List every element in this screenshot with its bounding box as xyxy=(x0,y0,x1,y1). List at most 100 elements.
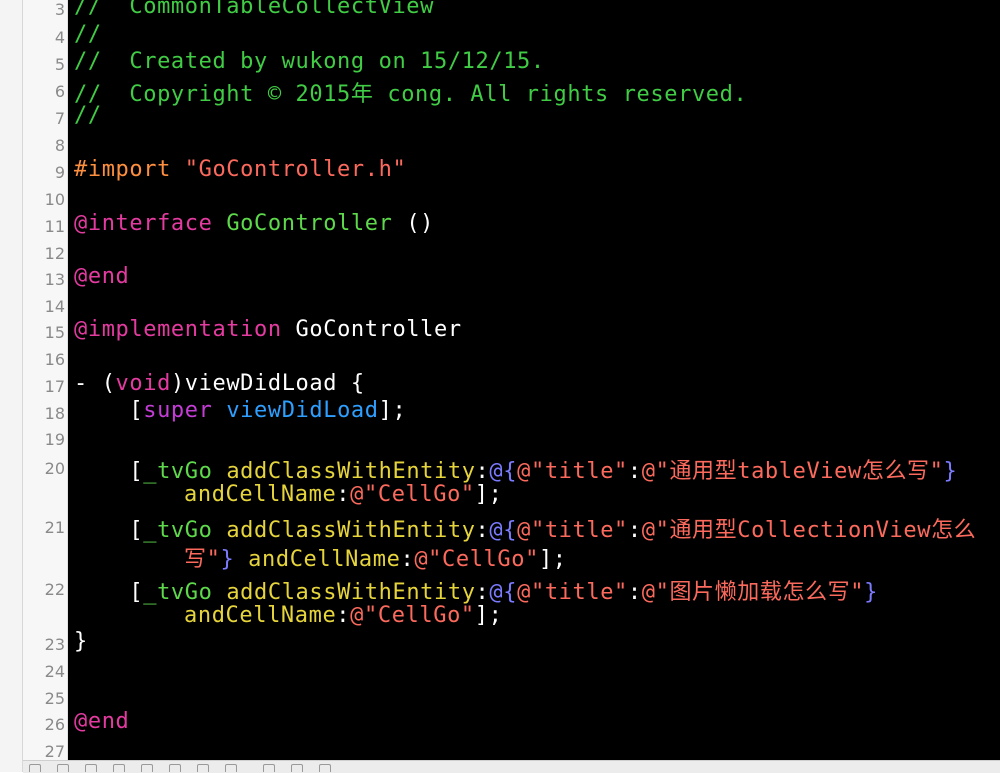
code-editor[interactable]: 3 // CommonTableCollectView 4 // 5 // Created… xyxy=(23,0,1000,760)
view-hierarchy-icon[interactable] xyxy=(263,764,275,772)
line-number[interactable]: 6 xyxy=(23,82,65,101)
pause-icon[interactable] xyxy=(141,764,153,772)
code-token-self-super: super xyxy=(143,398,213,423)
location-icon[interactable] xyxy=(319,764,331,772)
line-number[interactable]: 21 xyxy=(23,518,65,537)
code-token-method: andCellName xyxy=(184,482,337,507)
code-token-plain: ]; xyxy=(474,603,503,628)
code-line-text: // xyxy=(74,22,102,47)
line-number[interactable]: 15 xyxy=(23,323,65,342)
code-line-text: @interface GoController () xyxy=(74,211,434,236)
code-token-literal-brace: @ xyxy=(489,459,504,484)
code-token-string: @"通用型tableView怎么写" xyxy=(641,459,944,484)
code-token-keyword: @end xyxy=(74,709,130,734)
play-icon[interactable] xyxy=(113,764,125,772)
line-number[interactable]: 22 xyxy=(23,580,65,599)
code-token-plain: : xyxy=(400,547,415,572)
line-number[interactable]: 10 xyxy=(23,190,65,209)
code-token-plain: : xyxy=(627,459,642,484)
step-over-icon[interactable] xyxy=(169,764,181,772)
step-out-icon[interactable] xyxy=(225,764,237,772)
line-number[interactable]: 7 xyxy=(23,109,65,128)
line-number[interactable]: 12 xyxy=(23,244,65,263)
line-number[interactable]: 23 xyxy=(23,635,65,654)
code-token-method: andCellName xyxy=(184,603,337,628)
code-token-method: andCellName xyxy=(248,547,401,572)
code-token-plain: )viewDidLoad { xyxy=(170,371,365,396)
line-number[interactable]: 17 xyxy=(23,377,65,396)
line-number[interactable]: 24 xyxy=(23,662,65,681)
code-token-literal-brace: { xyxy=(503,580,518,605)
code-token-plain: : xyxy=(627,518,642,543)
code-token-method: addClassWithEntity xyxy=(226,580,476,605)
breakpoint-icon[interactable] xyxy=(85,764,97,772)
code-token-comment: // Created by wukong on 15/12/15. xyxy=(74,49,545,74)
code-token-string: @"title" xyxy=(517,459,628,484)
line-number[interactable]: 16 xyxy=(23,350,65,369)
code-token-string: @"CellGo" xyxy=(350,482,475,507)
code-line-text: @end xyxy=(74,264,129,289)
line-number[interactable]: 27 xyxy=(23,742,65,760)
code-line-text: // xyxy=(74,103,102,128)
line-number[interactable]: 19 xyxy=(23,430,65,449)
code-token-plain: ]; xyxy=(378,398,407,423)
code-token-literal-brace: { xyxy=(503,459,518,484)
line-number[interactable]: 13 xyxy=(23,270,65,289)
code-token-literal-brace: @ xyxy=(489,518,504,543)
code-line-text: // CommonTableCollectView xyxy=(74,0,434,19)
line-number[interactable]: 5 xyxy=(23,55,65,74)
left-window-edge xyxy=(0,0,23,772)
code-token-literal-brace: { xyxy=(503,518,518,543)
step-into-icon[interactable] xyxy=(197,764,209,772)
code-token-literal-brace: } xyxy=(220,547,235,572)
code-token-string: @"title" xyxy=(517,580,628,605)
code-token-string: @"title" xyxy=(517,518,628,543)
code-token-keyword: void xyxy=(115,371,171,396)
code-token-plain: : xyxy=(336,603,351,628)
code-token-plain: [ xyxy=(74,518,144,543)
code-token-method: addClassWithEntity xyxy=(226,518,476,543)
code-line-text: [_tvGo addClassWithEntity:@{@"title":@"通… xyxy=(74,512,976,544)
code-area[interactable]: 3 // CommonTableCollectView 4 // 5 // Created… xyxy=(23,0,1000,760)
code-token-plain: [ xyxy=(74,459,144,484)
code-token-plain: : xyxy=(475,459,490,484)
line-number[interactable]: 14 xyxy=(23,297,65,316)
line-number[interactable]: 4 xyxy=(23,28,65,47)
code-line-text: #import "GoController.h" xyxy=(74,157,406,182)
line-number[interactable]: 26 xyxy=(23,715,65,734)
code-token-keyword: @interface xyxy=(74,211,213,236)
code-token-plain: [ xyxy=(74,580,144,605)
code-token-plain: - ( xyxy=(74,371,116,396)
code-line-wrap: 写"} andCellName:@"CellGo"]; xyxy=(184,541,567,573)
code-line-text: [_tvGo addClassWithEntity:@{@"title":@"通… xyxy=(74,453,957,485)
memory-graph-icon[interactable] xyxy=(291,764,303,772)
code-token-comment: // Copyright © 2015年 cong. All rights re… xyxy=(74,82,748,107)
code-line-wrap: andCellName:@"CellGo"]; xyxy=(184,603,502,628)
line-number[interactable]: 18 xyxy=(23,404,65,423)
editor-bottom-toolbar xyxy=(23,760,1000,773)
code-line-text: } xyxy=(74,629,88,654)
layout-icon[interactable] xyxy=(29,764,41,772)
line-number[interactable]: 25 xyxy=(23,689,65,708)
code-line-text: @implementation GoController xyxy=(74,317,462,342)
code-token-plain: () xyxy=(392,211,435,236)
code-line-text: // Created by wukong on 15/12/15. xyxy=(74,49,545,74)
line-number[interactable]: 9 xyxy=(23,163,65,182)
line-number[interactable]: 3 xyxy=(23,0,65,19)
code-line-wrap: andCellName:@"CellGo"]; xyxy=(184,482,502,507)
code-token-plain: ]; xyxy=(538,547,567,572)
code-line-text: @end xyxy=(74,709,129,734)
code-token-comment: // xyxy=(74,103,102,128)
code-token-comment: // xyxy=(74,22,102,47)
line-number[interactable]: 8 xyxy=(23,136,65,155)
code-token-plain: } xyxy=(74,629,88,654)
code-token-string: @"CellGo" xyxy=(350,603,475,628)
code-token-keyword: @implementation xyxy=(74,317,282,342)
line-number[interactable]: 11 xyxy=(23,217,65,236)
line-number[interactable]: 20 xyxy=(23,459,65,478)
panel-icon[interactable] xyxy=(57,764,69,772)
